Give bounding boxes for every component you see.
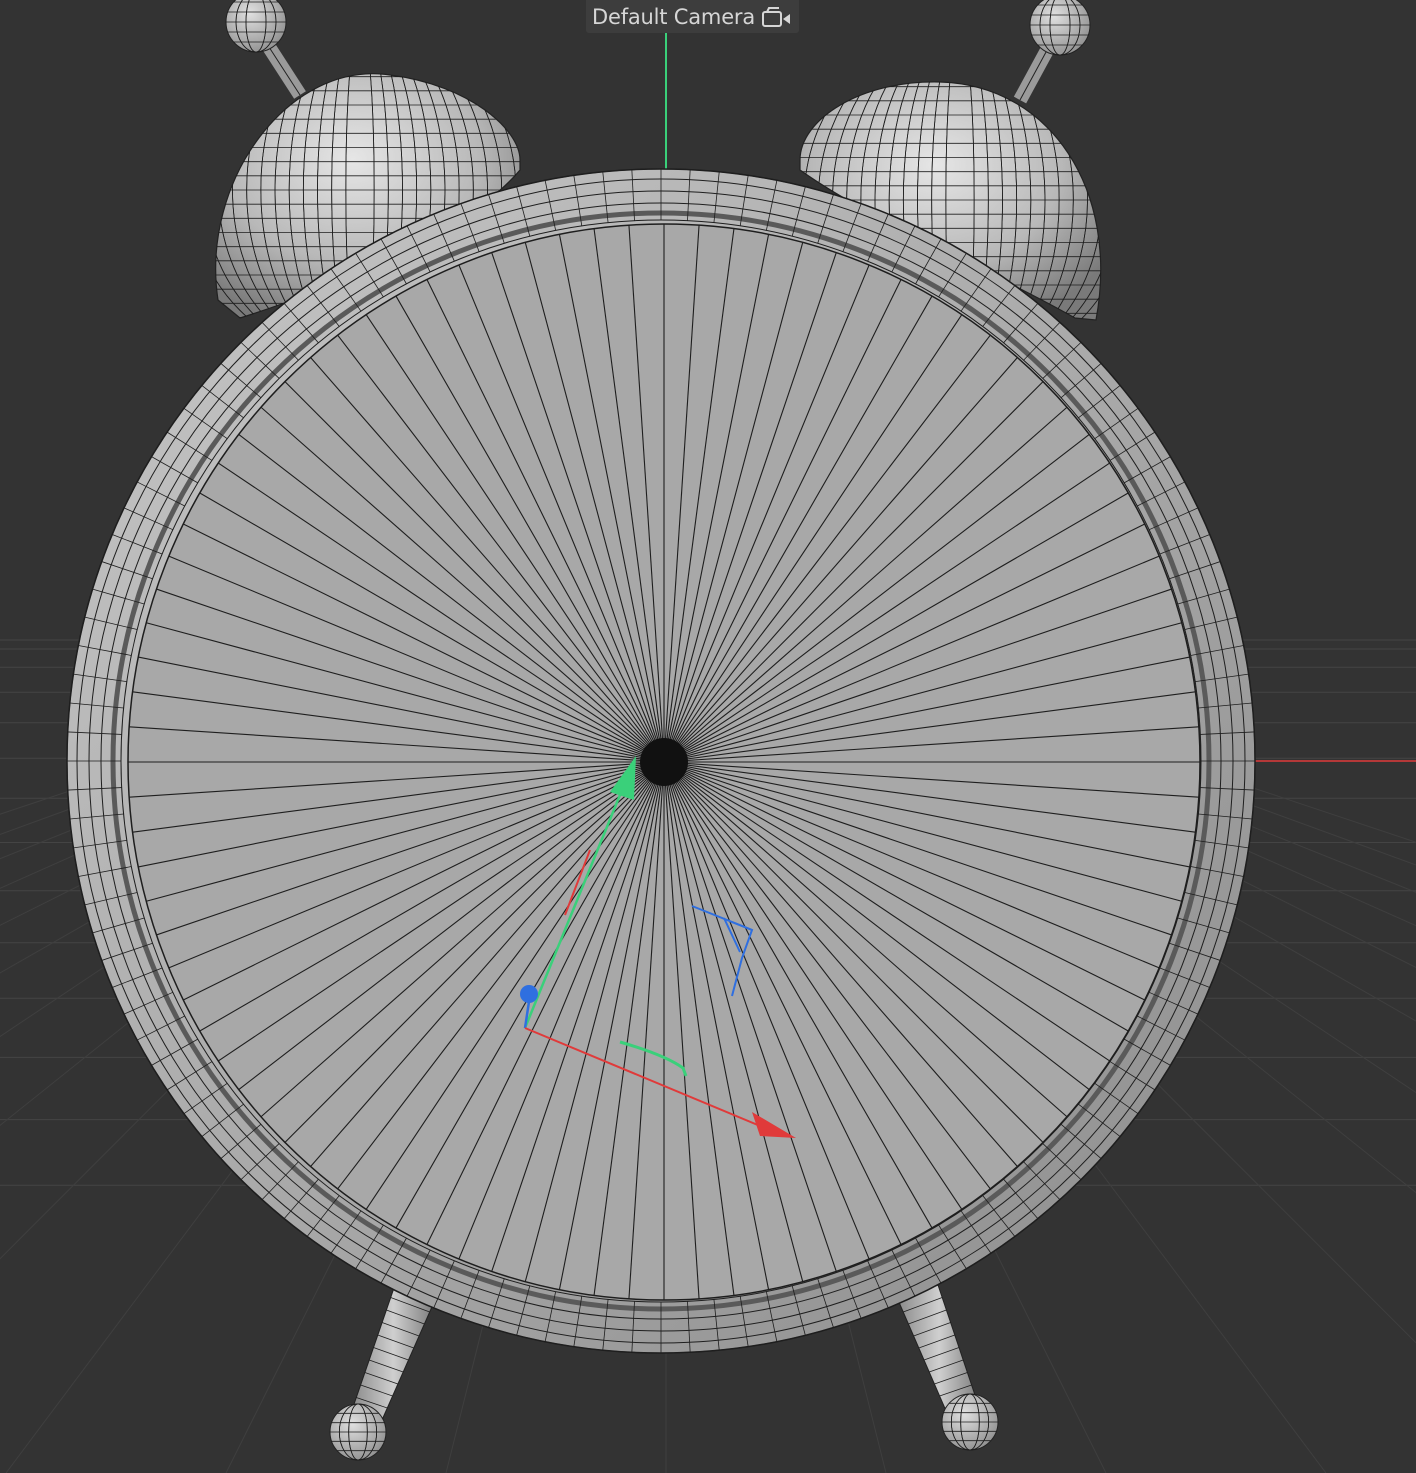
dial-center-hub	[640, 738, 688, 786]
3d-viewport[interactable]: Default Camera	[0, 0, 1416, 1473]
camera-label-text: Default Camera	[592, 4, 756, 29]
bell-stem-right[interactable]	[1013, 0, 1091, 104]
clock-leg-left[interactable]	[329, 1284, 436, 1461]
gizmo-z-handle	[520, 985, 538, 1003]
scene-canvas[interactable]	[0, 0, 1416, 1473]
bell-stem-left[interactable]	[225, 0, 306, 99]
camera-selector[interactable]: Default Camera	[586, 0, 800, 33]
clock-leg-right[interactable]	[897, 1284, 999, 1451]
camera-icon	[762, 6, 791, 27]
clock-body[interactable]	[66, 168, 1256, 1354]
